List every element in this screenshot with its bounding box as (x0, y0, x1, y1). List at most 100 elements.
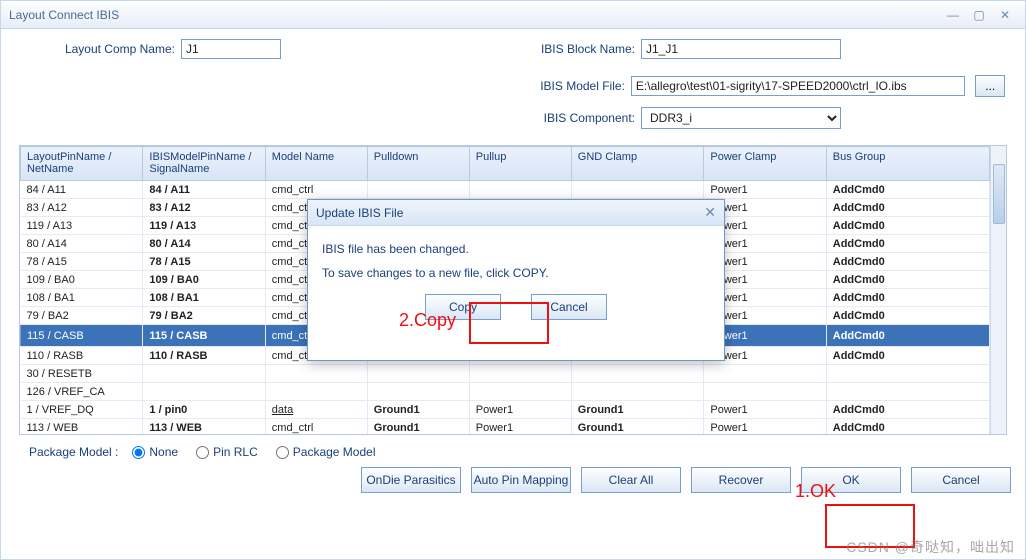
table-cell[interactable]: 110 / RASB (143, 347, 265, 365)
cancel-button[interactable]: Cancel (911, 467, 1011, 493)
table-cell[interactable]: 115 / CASB (21, 325, 143, 347)
table-row[interactable]: 84 / A1184 / A11cmd_ctrlPower1AddCmd0 (21, 181, 990, 199)
table-cell[interactable]: AddCmd0 (826, 235, 989, 253)
table-row[interactable]: 113 / WEB113 / WEBcmd_ctrlGround1Power1G… (21, 419, 990, 435)
table-cell[interactable]: AddCmd0 (826, 347, 989, 365)
table-cell[interactable]: 113 / WEB (143, 419, 265, 435)
clearall-button[interactable]: Clear All (581, 467, 681, 493)
table-cell[interactable]: 79 / BA2 (21, 307, 143, 325)
ibis-component-select[interactable]: DDR3_i (641, 107, 841, 129)
table-cell[interactable] (367, 383, 469, 401)
column-header[interactable]: GND Clamp (571, 147, 704, 181)
table-cell[interactable]: AddCmd0 (826, 217, 989, 235)
table-cell[interactable]: 119 / A13 (21, 217, 143, 235)
table-cell[interactable] (469, 383, 571, 401)
maximize-icon[interactable]: ▢ (967, 6, 991, 24)
recover-button[interactable]: Recover (691, 467, 791, 493)
column-header[interactable]: Pullup (469, 147, 571, 181)
table-cell[interactable]: 113 / WEB (21, 419, 143, 435)
table-cell[interactable]: AddCmd0 (826, 401, 989, 419)
table-cell[interactable]: 108 / BA1 (143, 289, 265, 307)
vertical-scrollbar[interactable] (990, 146, 1006, 434)
table-cell[interactable]: 108 / BA1 (21, 289, 143, 307)
table-row[interactable]: 126 / VREF_CA (21, 383, 990, 401)
table-cell[interactable]: Ground1 (571, 401, 704, 419)
table-cell[interactable]: 126 / VREF_CA (21, 383, 143, 401)
table-cell[interactable]: data (265, 401, 367, 419)
table-cell[interactable]: AddCmd0 (826, 419, 989, 435)
pkg-opt-pinrlc[interactable]: Pin RLC (196, 445, 258, 459)
table-cell[interactable]: 83 / A12 (21, 199, 143, 217)
table-cell[interactable] (265, 383, 367, 401)
table-cell[interactable]: 80 / A14 (21, 235, 143, 253)
table-cell[interactable]: cmd_ctrl (265, 181, 367, 199)
autopin-button[interactable]: Auto Pin Mapping (471, 467, 571, 493)
table-cell[interactable]: Power1 (704, 419, 826, 435)
table-cell[interactable]: 79 / BA2 (143, 307, 265, 325)
table-cell[interactable]: 84 / A11 (143, 181, 265, 199)
table-cell[interactable]: 115 / CASB (143, 325, 265, 347)
ondie-button[interactable]: OnDie Parasitics (361, 467, 461, 493)
table-cell[interactable]: 119 / A13 (143, 217, 265, 235)
table-cell[interactable]: AddCmd0 (826, 289, 989, 307)
table-cell[interactable]: AddCmd0 (826, 271, 989, 289)
table-cell[interactable]: 110 / RASB (21, 347, 143, 365)
table-cell[interactable]: AddCmd0 (826, 181, 989, 199)
browse-button[interactable]: ... (975, 75, 1005, 97)
table-cell[interactable] (143, 365, 265, 383)
table-cell[interactable] (571, 383, 704, 401)
modal-close-icon[interactable]: ✕ (704, 204, 716, 221)
table-cell[interactable] (143, 383, 265, 401)
table-cell[interactable]: cmd_ctrl (265, 419, 367, 435)
table-cell[interactable] (367, 365, 469, 383)
table-cell[interactable]: Power1 (704, 401, 826, 419)
column-header[interactable]: Model Name (265, 147, 367, 181)
table-cell[interactable]: Ground1 (367, 419, 469, 435)
table-cell[interactable]: Power1 (469, 419, 571, 435)
table-cell[interactable]: Power1 (469, 401, 571, 419)
table-cell[interactable]: 78 / A15 (21, 253, 143, 271)
table-cell[interactable]: AddCmd0 (826, 307, 989, 325)
table-cell[interactable] (704, 383, 826, 401)
table-cell[interactable]: AddCmd0 (826, 253, 989, 271)
table-cell[interactable]: 1 / pin0 (143, 401, 265, 419)
table-cell[interactable]: 78 / A15 (143, 253, 265, 271)
column-header[interactable]: LayoutPinName / NetName (21, 147, 143, 181)
table-cell[interactable]: 1 / VREF_DQ (21, 401, 143, 419)
layout-comp-input[interactable] (181, 39, 281, 59)
scrollbar-thumb[interactable] (993, 164, 1005, 224)
table-cell[interactable]: Ground1 (571, 419, 704, 435)
ibis-model-input[interactable] (631, 76, 966, 96)
column-header[interactable]: Bus Group (826, 147, 989, 181)
table-cell[interactable]: 109 / BA0 (21, 271, 143, 289)
table-cell[interactable]: 30 / RESETB (21, 365, 143, 383)
column-header[interactable]: Pulldown (367, 147, 469, 181)
minimize-icon[interactable]: — (941, 6, 965, 24)
close-icon[interactable]: ✕ (993, 6, 1017, 24)
table-cell[interactable] (571, 365, 704, 383)
table-cell[interactable]: 84 / A11 (21, 181, 143, 199)
table-row[interactable]: 1 / VREF_DQ1 / pin0dataGround1Power1Grou… (21, 401, 990, 419)
ibis-block-input[interactable] (641, 39, 841, 59)
table-cell[interactable]: AddCmd0 (826, 325, 989, 347)
column-header[interactable]: Power Clamp (704, 147, 826, 181)
table-cell[interactable] (826, 365, 989, 383)
table-row[interactable]: 30 / RESETB (21, 365, 990, 383)
table-cell[interactable] (826, 383, 989, 401)
pkg-opt-package[interactable]: Package Model (276, 445, 376, 459)
table-cell[interactable] (367, 181, 469, 199)
pkg-opt-none[interactable]: None (132, 445, 178, 459)
table-cell[interactable]: AddCmd0 (826, 199, 989, 217)
table-cell[interactable]: 80 / A14 (143, 235, 265, 253)
table-cell[interactable] (571, 181, 704, 199)
table-cell[interactable] (704, 365, 826, 383)
table-cell[interactable] (469, 181, 571, 199)
table-cell[interactable] (469, 365, 571, 383)
table-cell[interactable]: Power1 (704, 181, 826, 199)
column-header[interactable]: IBISModelPinName / SignalName (143, 147, 265, 181)
table-cell[interactable]: 109 / BA0 (143, 271, 265, 289)
table-cell[interactable] (265, 365, 367, 383)
table-cell[interactable]: 83 / A12 (143, 199, 265, 217)
table-cell[interactable]: Ground1 (367, 401, 469, 419)
modal-line2: To save changes to a new file, click COP… (322, 266, 710, 280)
